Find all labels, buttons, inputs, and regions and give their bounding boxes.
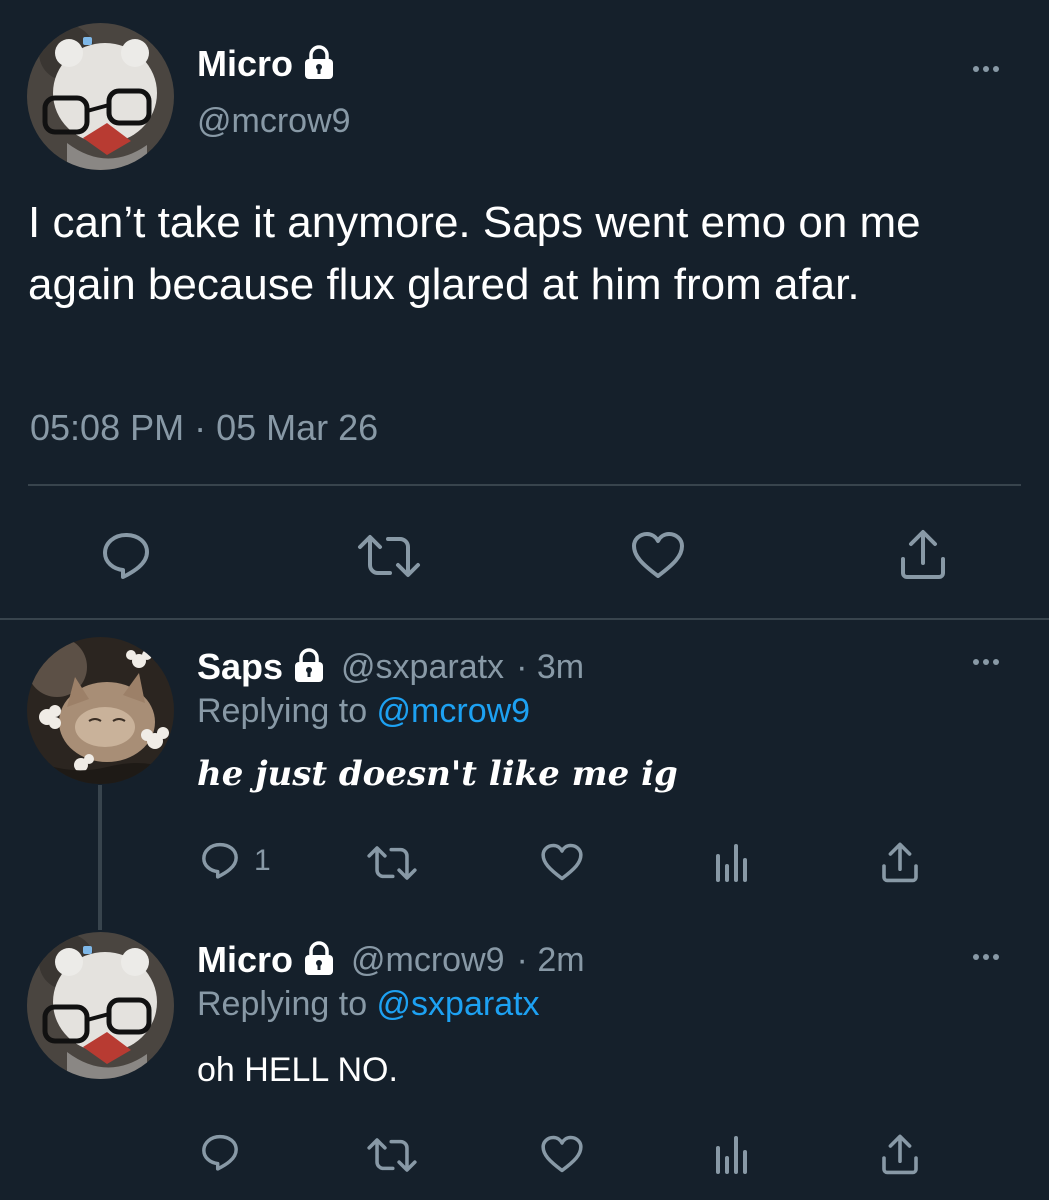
reply-icon[interactable] — [100, 529, 152, 581]
more-options-icon[interactable] — [973, 954, 999, 960]
author-handle[interactable]: @mcrow9 — [351, 941, 505, 980]
tweet-timestamp[interactable]: 05:08 PM · 05 Mar 26 — [30, 407, 378, 449]
reply-icon[interactable] — [200, 840, 240, 880]
author-display-name[interactable]: Micro — [197, 43, 293, 85]
avatar[interactable] — [27, 932, 174, 1079]
lock-icon — [301, 44, 337, 85]
like-icon[interactable] — [540, 1134, 584, 1174]
tweet-text: he just doesn't like me ig — [197, 754, 678, 794]
lock-icon — [291, 647, 327, 688]
tweet-text: I can’t take it anymore. Saps went emo o… — [28, 198, 921, 309]
replying-to-link[interactable]: @sxparatx — [377, 985, 540, 1023]
author-display-name[interactable]: Micro — [197, 939, 293, 981]
lock-icon — [301, 940, 337, 981]
more-options-icon[interactable] — [973, 66, 999, 72]
share-icon[interactable] — [898, 527, 948, 581]
share-icon[interactable] — [880, 840, 920, 884]
like-icon[interactable] — [540, 842, 584, 882]
replying-to-label: Replying to — [197, 985, 377, 1023]
avatar[interactable] — [27, 23, 174, 170]
author-handle[interactable]: @mcrow9 — [197, 102, 351, 141]
divider — [28, 484, 1021, 486]
share-icon[interactable] — [880, 1132, 920, 1176]
retweet-icon[interactable] — [366, 1135, 418, 1175]
more-options-icon[interactable] — [973, 659, 999, 665]
reply-icon[interactable] — [200, 1132, 240, 1172]
replying-to-link[interactable]: @mcrow9 — [377, 692, 531, 730]
like-icon[interactable] — [630, 530, 686, 580]
avatar[interactable] — [27, 637, 174, 784]
reply-count: 1 — [254, 844, 271, 877]
retweet-icon[interactable] — [366, 843, 418, 883]
tweet-text: oh HELL NO. — [197, 1051, 398, 1089]
retweet-icon[interactable] — [356, 531, 422, 581]
tweet-age[interactable]: · 2m — [517, 941, 585, 980]
divider — [0, 618, 1049, 620]
replying-to-label: Replying to — [197, 692, 377, 730]
tweet-age[interactable]: · 3m — [516, 648, 584, 687]
analytics-icon[interactable] — [714, 842, 750, 882]
thread-line — [98, 785, 102, 930]
author-handle[interactable]: @sxparatx — [341, 648, 504, 687]
author-display-name[interactable]: Saps — [197, 646, 283, 688]
analytics-icon[interactable] — [714, 1134, 750, 1174]
